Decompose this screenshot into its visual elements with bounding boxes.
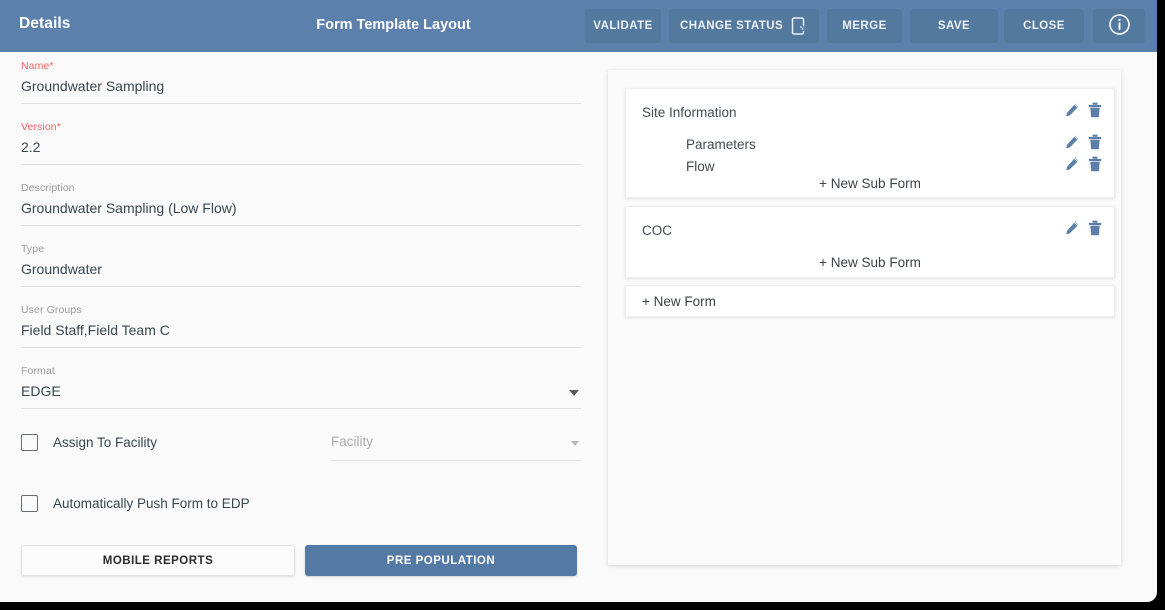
form-row-actions [1064,220,1102,241]
format-selected-value: EDGE [21,383,61,399]
change-status-button[interactable]: CHANGE STATUS [669,9,819,43]
trash-icon[interactable] [1088,134,1102,155]
checkbox-row-auto-push-edp[interactable]: Automatically Push Form to EDP [21,495,250,512]
chevron-down-icon [569,390,579,396]
change-status-label: CHANGE STATUS [680,20,784,32]
assign-to-facility-label: Assign To Facility [53,435,158,450]
sub-form-row-actions [1064,134,1102,155]
field-label-description: Description [21,182,75,194]
tap-device-icon [790,16,810,39]
required-marker: * [56,121,61,133]
save-button[interactable]: SAVE [910,9,998,43]
sub-form-item[interactable]: Parameters [686,137,756,152]
form-card-coc: COC + New Sub Form [625,206,1115,278]
field-value-type[interactable]: Groundwater [21,261,581,287]
close-button[interactable]: CLOSE [1004,9,1084,43]
mobile-reports-button[interactable]: MOBILE REPORTS [21,545,295,576]
form-card-title: COC [642,223,672,238]
trash-icon[interactable] [1088,220,1102,241]
facility-select[interactable]: Facility [331,434,581,461]
sub-form-item[interactable]: Flow [686,159,715,174]
app-header: Details Form Template Layout VALIDATE CH… [0,0,1157,52]
field-label-type: Type [21,243,45,255]
auto-push-edp-label: Automatically Push Form to EDP [53,496,250,511]
pencil-icon[interactable] [1064,102,1080,123]
trash-icon[interactable] [1088,102,1102,123]
new-form-card[interactable]: + New Form [625,285,1115,317]
pencil-icon[interactable] [1064,134,1080,155]
facility-placeholder-text: Facility [331,434,374,449]
field-format: Format EDGE [21,365,581,409]
trash-icon[interactable] [1088,156,1102,177]
field-label-user-groups: User Groups [21,304,82,316]
page-title-details: Details [19,15,71,32]
form-row-actions [1064,102,1102,123]
form-template-layout-app: Details Form Template Layout VALIDATE CH… [0,0,1157,602]
sub-form-row-actions [1064,156,1102,177]
auto-push-edp-checkbox[interactable] [21,495,38,512]
assign-to-facility-checkbox[interactable] [21,434,38,451]
field-type: Type Groundwater [21,243,581,287]
validate-button[interactable]: VALIDATE [585,9,661,43]
form-layout-panel: Site Information Parameters Flow + New S… [608,70,1121,565]
field-name: Name* Groundwater Sampling [21,60,581,104]
new-sub-form-button[interactable]: + New Sub Form [626,176,1114,191]
field-value-format[interactable]: EDGE [21,383,581,409]
new-form-button[interactable]: + New Form [642,294,716,309]
field-description: Description Groundwater Sampling (Low Fl… [21,182,581,226]
pencil-icon[interactable] [1064,220,1080,241]
field-user-groups: User Groups Field Staff,Field Team C [21,304,581,348]
merge-button[interactable]: MERGE [827,9,902,43]
required-marker: * [49,60,54,72]
field-value-version[interactable]: 2.2 [21,139,581,165]
form-card-title: Site Information [642,105,737,120]
details-form-panel: Name* Groundwater Sampling Version* 2.2 … [0,52,600,602]
new-sub-form-button[interactable]: + New Sub Form [626,255,1114,270]
info-circle-icon [1108,13,1131,39]
form-card-site-information: Site Information Parameters Flow + New S… [625,88,1115,198]
checkbox-row-assign-to-facility[interactable]: Assign To Facility [21,434,157,451]
pencil-icon[interactable] [1064,156,1080,177]
facility-placeholder: Facility [331,434,581,461]
field-value-user-groups[interactable]: Field Staff,Field Team C [21,322,581,348]
field-label-format: Format [21,365,55,377]
field-label-name: Name* [21,60,54,72]
chevron-down-icon [571,441,579,446]
field-version: Version* 2.2 [21,121,581,165]
page-title: Form Template Layout [316,17,471,33]
field-value-description[interactable]: Groundwater Sampling (Low Flow) [21,200,581,226]
info-button[interactable] [1093,9,1145,43]
field-value-name[interactable]: Groundwater Sampling [21,78,581,104]
field-label-version: Version* [21,121,61,133]
pre-population-button[interactable]: PRE POPULATION [305,545,577,576]
